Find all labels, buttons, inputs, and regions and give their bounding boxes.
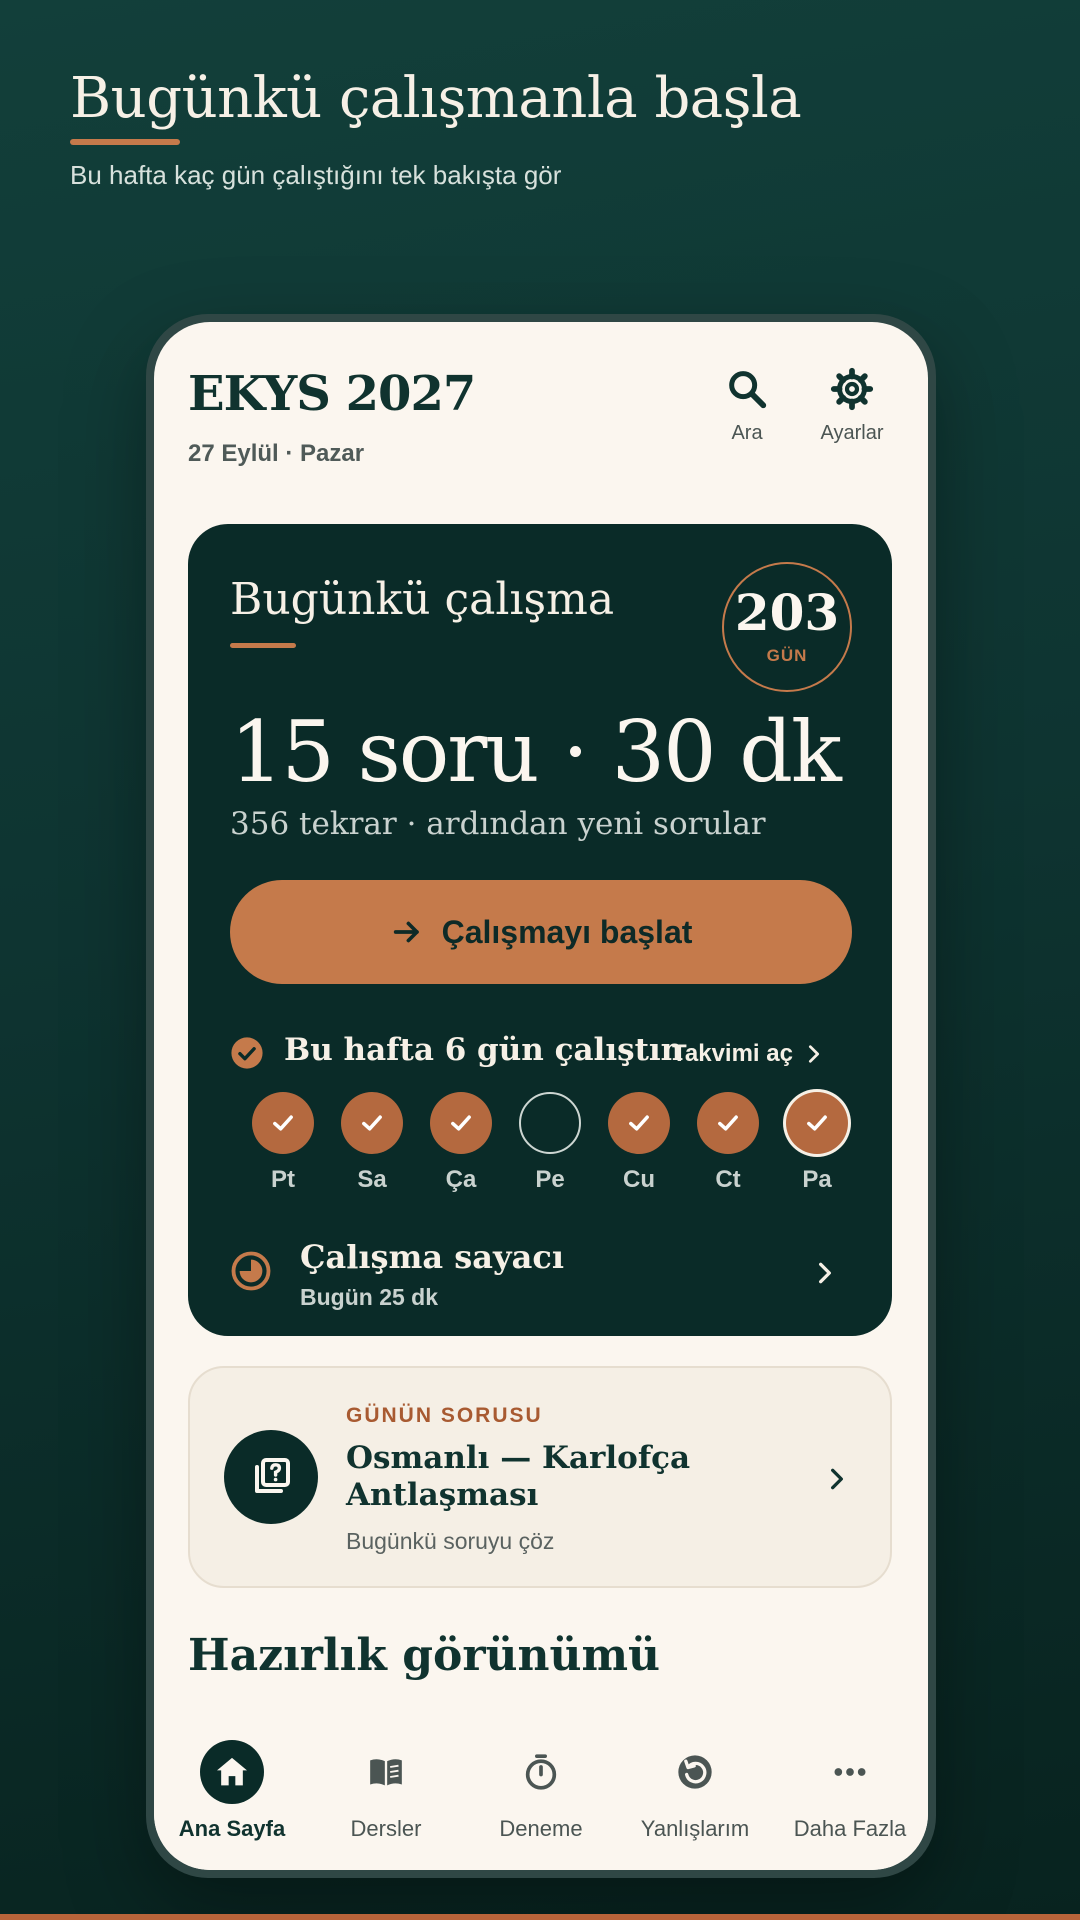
settings-label: Ayarlar: [820, 422, 884, 444]
app-screen: EKYS 2027 27 Eylül · Pazar Ara Ayarlar B…: [154, 322, 928, 1870]
day-label: Cu: [623, 1166, 655, 1193]
search-icon: [729, 371, 767, 409]
day-status-dot: [252, 1092, 314, 1154]
bottom-navigation: Ana Sayfa Dersler Deneme Yanlışlarım Dah…: [154, 1732, 928, 1870]
question-of-the-day-card[interactable]: GÜNÜN SORUSU Osmanlı — Karlofça Antlaşma…: [188, 1366, 892, 1588]
nav-item-home[interactable]: Ana Sayfa: [157, 1732, 307, 1862]
nav-icon-wrap: [354, 1740, 418, 1804]
day-label: Pt: [271, 1166, 295, 1193]
nav-label: Daha Fazla: [793, 1816, 907, 1841]
nav-item-lessons[interactable]: Dersler: [311, 1732, 461, 1862]
day-status-dot: [341, 1092, 403, 1154]
timer-title: Çalışma sayacı: [300, 1238, 564, 1276]
qotd-kicker: GÜNÜN SORUSU: [346, 1404, 543, 1427]
day-label: Ct: [715, 1166, 741, 1193]
days-left-unit: GÜN: [766, 646, 808, 665]
check-icon: [807, 1115, 827, 1131]
question-cards-icon: [255, 1458, 290, 1493]
open-calendar-link[interactable]: Takvimi aç: [672, 1034, 825, 1074]
days-left-badge: 203 GÜN: [722, 562, 852, 692]
nav-label: Yanlışlarım: [640, 1816, 750, 1841]
search-label: Ara: [731, 422, 763, 444]
hero-subtitle: Bu hafta kaç gün çalıştığını tek bakışta…: [70, 160, 562, 190]
section-title: Hazırlık görünümü: [188, 1630, 661, 1681]
settings-button[interactable]: Ayarlar: [797, 366, 907, 466]
timer-today-value: Bugün 25 dk: [300, 1284, 439, 1310]
check-icon: [718, 1115, 738, 1131]
day-label: Pe: [535, 1166, 565, 1193]
check-icon: [629, 1115, 649, 1131]
app-title: EKYS 2027: [188, 366, 476, 422]
check-icon: [273, 1115, 293, 1131]
nav-item-mistakes[interactable]: Yanlışlarım: [620, 1732, 770, 1862]
arrow-right-icon: [393, 921, 419, 943]
nav-icon-wrap: [663, 1740, 727, 1804]
home-icon: [217, 1757, 247, 1786]
search-button[interactable]: Ara: [692, 366, 802, 466]
book-icon: [370, 1759, 402, 1786]
hero-title-underline: [70, 139, 180, 145]
timer-icon: [231, 1251, 271, 1291]
chevron-right-icon: [831, 1468, 843, 1490]
day-status-dot: [430, 1092, 492, 1154]
nav-label: Deneme: [499, 1816, 583, 1841]
nav-item-more[interactable]: Daha Fazla: [775, 1732, 925, 1862]
app-date: 27 Eylül · Pazar: [188, 440, 365, 467]
question-icon-badge: [224, 1430, 318, 1524]
today-study-card: Bugünkü çalışma 203 GÜN 15 soru · 30 dk …: [188, 524, 892, 1336]
week-day-ct: Ct: [688, 1092, 768, 1194]
qotd-subtitle: Bugünkü soruyu çöz: [346, 1528, 555, 1554]
nav-icon-wrap: [509, 1740, 573, 1804]
week-day-ca: Ça: [421, 1092, 501, 1194]
qotd-title: Osmanlı — Karlofça Antlaşması: [346, 1440, 691, 1513]
week-day-pa: Pa: [777, 1092, 857, 1194]
day-label: Sa: [357, 1166, 387, 1193]
days-left-number: 203: [734, 583, 840, 642]
nav-label: Dersler: [350, 1816, 422, 1841]
nav-icon-wrap: [818, 1740, 882, 1804]
open-calendar-label: Takvimi aç: [672, 1040, 793, 1067]
chevron-right-icon: [808, 1045, 820, 1063]
today-title-accent: [230, 643, 296, 648]
day-status-dot: [608, 1092, 670, 1154]
today-title: Bugünkü çalışma: [230, 574, 615, 625]
more-icon: [834, 1768, 866, 1776]
nav-label: Ana Sayfa: [178, 1816, 286, 1841]
plan-summary: 15 soru · 30 dk: [230, 703, 842, 801]
plan-detail: 356 tekrar · ardından yeni sorular: [230, 806, 766, 842]
gear-icon: [830, 367, 874, 411]
study-timer-row[interactable]: Çalışma sayacı Bugün 25 dk: [230, 1234, 852, 1314]
check-circle-icon: [231, 1037, 263, 1069]
week-day-sa: Sa: [332, 1092, 412, 1194]
nav-icon-wrap: [200, 1740, 264, 1804]
history-icon: [678, 1755, 712, 1789]
day-label: Pa: [802, 1166, 832, 1193]
week-day-cu: Cu: [599, 1092, 679, 1194]
day-label: Ça: [445, 1166, 477, 1193]
bottom-accent-strip: [0, 1914, 1080, 1920]
week-summary: Bu hafta 6 gün çalıştın: [284, 1032, 684, 1068]
day-status-dot: [519, 1092, 581, 1154]
nav-item-exam[interactable]: Deneme: [466, 1732, 616, 1862]
day-status-dot: [786, 1092, 848, 1154]
chevron-right-icon: [819, 1262, 831, 1284]
week-day-pt: Pt: [243, 1092, 323, 1194]
hero-title: Bugünkü çalışmanla başla: [70, 66, 802, 131]
stopwatch-icon: [525, 1754, 557, 1790]
start-study-label: Çalışmayı başlat: [441, 913, 693, 950]
start-study-button[interactable]: Çalışmayı başlat: [230, 880, 852, 984]
week-day-pe: Pe: [510, 1092, 590, 1194]
check-icon: [362, 1115, 382, 1131]
day-status-dot: [697, 1092, 759, 1154]
check-icon: [451, 1115, 471, 1131]
phone-frame: EKYS 2027 27 Eylül · Pazar Ara Ayarlar B…: [146, 314, 936, 1878]
